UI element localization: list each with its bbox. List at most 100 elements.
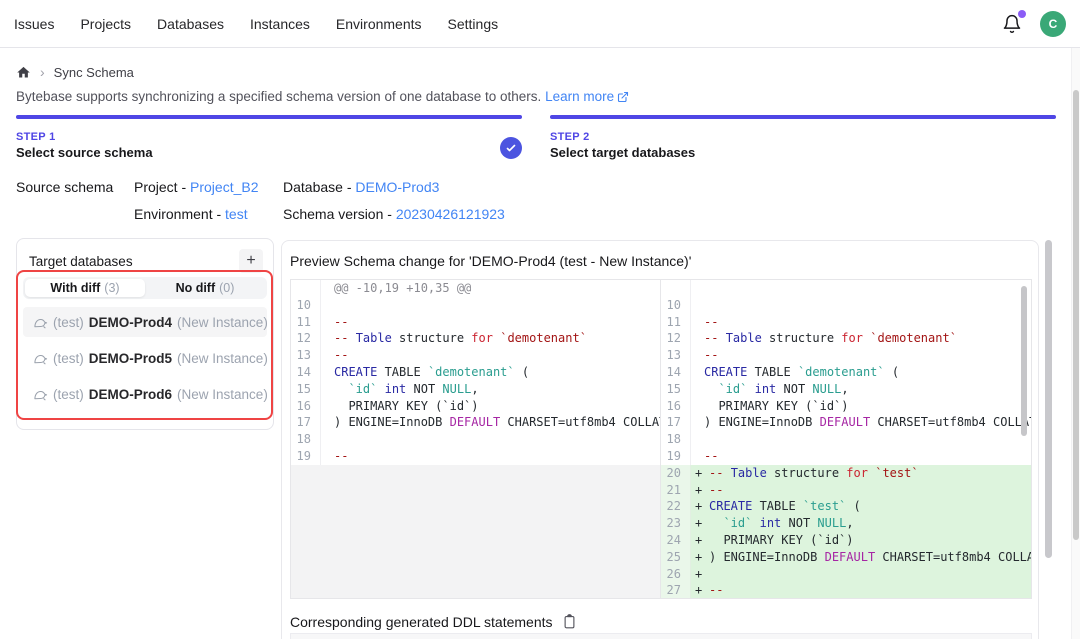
diff-empty-filler xyxy=(291,465,660,598)
target-panel-title: Target databases xyxy=(29,254,133,269)
copy-clipboard-icon[interactable] xyxy=(562,613,577,630)
diff-line: 17) ENGINE=InnoDB DEFAULT CHARSET=utf8mb… xyxy=(291,414,660,431)
schema-diff-editor[interactable]: @@ -10,19 +10,35 @@1011--12-- Table stru… xyxy=(290,279,1032,599)
tab-with-diff-label: With diff xyxy=(50,281,100,295)
ddl-title: Corresponding generated DDL statements xyxy=(290,614,553,630)
added-line-marker: + xyxy=(695,465,709,482)
database-link[interactable]: DEMO-Prod3 xyxy=(355,179,439,195)
environment-link[interactable]: test xyxy=(225,206,248,222)
diff-line: 15 `id` int NOT NULL, xyxy=(291,381,660,398)
sync-schema-page: Issues Projects Databases Instances Envi… xyxy=(0,0,1080,639)
add-target-database-button[interactable]: + xyxy=(239,249,263,273)
diff-line: 14CREATE TABLE `demotenant` ( xyxy=(661,364,1031,381)
chevron-right-icon: › xyxy=(40,64,45,80)
diff-line: 18 xyxy=(291,431,660,448)
target-panel-header: Target databases + xyxy=(17,239,273,273)
step-2-label: STEP 2 xyxy=(550,131,1056,143)
db-note: (New Instance) xyxy=(177,315,267,330)
db-env: (test) xyxy=(53,351,84,366)
db-env: (test) xyxy=(53,315,84,330)
nav-item-environments[interactable]: Environments xyxy=(336,16,422,32)
diff-line: 19-- xyxy=(661,448,1031,465)
target-db-item-demo-prod4[interactable]: (test) DEMO-Prod4 (New Instance) xyxy=(23,307,267,337)
ddl-section-header: Corresponding generated DDL statements xyxy=(290,613,577,630)
step-1-check-icon xyxy=(500,137,522,159)
diff-line: 11-- xyxy=(661,314,1031,331)
diff-line-added: 24+ PRIMARY KEY (`id`) xyxy=(661,532,1031,549)
added-line-marker: + xyxy=(695,549,709,566)
diff-line: 15 `id` int NOT NULL, xyxy=(661,381,1031,398)
step-2-title: Select target databases xyxy=(550,145,1056,160)
stepper: STEP 1 Select source schema STEP 2 Selec… xyxy=(16,115,1056,160)
source-project-field: Project - Project_B2 xyxy=(134,179,283,195)
diff-line: 10 xyxy=(291,297,660,314)
source-schema-summary: Source schema Project - Project_B2 Datab… xyxy=(16,179,505,222)
diff-pane-modified: 1011--12-- Table structure for `demotena… xyxy=(661,280,1031,598)
diff-line: 10 xyxy=(661,297,1031,314)
nav-item-issues[interactable]: Issues xyxy=(14,16,54,32)
tab-with-diff-count: (3) xyxy=(104,281,119,295)
step-2: STEP 2 Select target databases xyxy=(550,115,1056,160)
diff-line: 11-- xyxy=(291,314,660,331)
mysql-icon xyxy=(33,315,48,330)
added-line-marker: + xyxy=(695,482,709,499)
database-label: Database - xyxy=(283,179,351,195)
tab-with-diff[interactable]: With diff (3) xyxy=(25,279,145,297)
db-name: DEMO-Prod5 xyxy=(89,351,172,366)
diff-line-added: 23+ `id` int NOT NULL, xyxy=(661,515,1031,532)
diff-line: 14CREATE TABLE `demotenant` ( xyxy=(291,364,660,381)
tab-no-diff[interactable]: No diff (0) xyxy=(145,279,265,297)
diff-filter-tabs: With diff (3) No diff (0) xyxy=(23,277,267,299)
added-line-marker: + xyxy=(695,582,709,598)
diff-hunk-header xyxy=(661,280,1031,297)
ddl-code-block xyxy=(290,633,1032,639)
target-db-item-demo-prod6[interactable]: (test) DEMO-Prod6 (New Instance) xyxy=(23,379,267,409)
nav-item-instances[interactable]: Instances xyxy=(250,16,310,32)
schema-version-link[interactable]: 20230426121923 xyxy=(396,206,505,222)
added-line-marker: + xyxy=(695,566,709,583)
nav-item-databases[interactable]: Databases xyxy=(157,16,224,32)
avatar[interactable]: C xyxy=(1040,11,1066,37)
intro-description: Bytebase supports synchronizing a specif… xyxy=(16,89,541,104)
source-version-field: Schema version - 20230426121923 xyxy=(283,206,505,222)
tab-no-diff-label: No diff xyxy=(176,281,216,295)
home-icon[interactable] xyxy=(16,65,31,80)
db-env: (test) xyxy=(53,387,84,402)
breadcrumb-page-title: Sync Schema xyxy=(54,65,134,80)
source-spacer xyxy=(16,206,134,222)
diff-hunk-header: @@ -10,19 +10,35 @@ xyxy=(291,280,660,297)
diff-line: 19-- xyxy=(291,448,660,465)
step-1-label: STEP 1 xyxy=(16,131,522,143)
diff-line: 12-- Table structure for `demotenant` xyxy=(291,330,660,347)
step-1: STEP 1 Select source schema xyxy=(16,115,522,160)
source-schema-label: Source schema xyxy=(16,179,134,195)
diff-line: 17) ENGINE=InnoDB DEFAULT CHARSET=utf8mb… xyxy=(661,414,1031,431)
target-db-item-demo-prod5[interactable]: (test) DEMO-Prod5 (New Instance) xyxy=(23,343,267,373)
step-2-progress-bar xyxy=(550,115,1056,119)
source-environment-field: Environment - test xyxy=(134,206,283,222)
preview-panel: Preview Schema change for 'DEMO-Prod4 (t… xyxy=(281,240,1039,639)
notification-bell-icon[interactable] xyxy=(1002,13,1024,35)
added-line-marker: + xyxy=(695,515,709,532)
target-databases-panel: Target databases + With diff (3) No diff… xyxy=(16,238,274,430)
diff-line: 16 PRIMARY KEY (`id`) xyxy=(291,398,660,415)
diff-line-added: 21+-- xyxy=(661,482,1031,499)
diff-line: 13-- xyxy=(291,347,660,364)
added-line-marker: + xyxy=(695,532,709,549)
external-link-icon[interactable] xyxy=(617,91,629,106)
project-link[interactable]: Project_B2 xyxy=(190,179,258,195)
preview-title: Preview Schema change for 'DEMO-Prod4 (t… xyxy=(290,253,691,269)
learn-more-link[interactable]: Learn more xyxy=(545,89,614,104)
diff-line: 12-- Table structure for `demotenant` xyxy=(661,330,1031,347)
project-label: Project - xyxy=(134,179,186,195)
editor-scrollbar-thumb[interactable] xyxy=(1021,286,1027,436)
nav-item-projects[interactable]: Projects xyxy=(80,16,131,32)
content-scrollbar-thumb[interactable] xyxy=(1045,240,1052,558)
nav-item-settings[interactable]: Settings xyxy=(448,16,499,32)
diff-line-added: 22+CREATE TABLE `test` ( xyxy=(661,498,1031,515)
page-scrollbar-thumb[interactable] xyxy=(1073,90,1079,540)
added-line-marker: + xyxy=(695,498,709,515)
breadcrumb: › Sync Schema xyxy=(16,64,134,80)
environment-label: Environment - xyxy=(134,206,221,222)
schema-version-label: Schema version - xyxy=(283,206,392,222)
